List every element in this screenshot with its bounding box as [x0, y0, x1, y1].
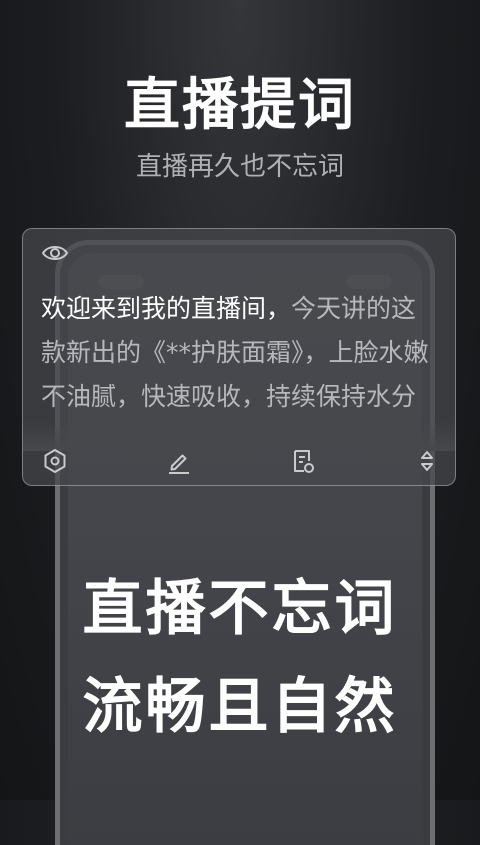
up-down-arrows-icon[interactable] — [413, 447, 441, 475]
settings-hexagon-icon[interactable] — [41, 447, 69, 475]
promo-line-1: 直播不忘词 — [82, 574, 398, 644]
edit-pen-icon[interactable] — [165, 447, 193, 475]
teleprompter-text: 欢迎来到我的直播间，今天讲的这款新出的《**护肤面霜》，上脸水嫩不油腻，快速吸收… — [41, 287, 441, 437]
teleprompter-card[interactable]: 欢迎来到我的直播间，今天讲的这款新出的《**护肤面霜》，上脸水嫩不油腻，快速吸收… — [22, 228, 456, 486]
text-fade — [23, 421, 455, 451]
teleprompter-highlight: 欢迎来到我的直播间， — [41, 294, 292, 323]
script-list-icon[interactable] — [289, 447, 317, 475]
eye-icon[interactable] — [41, 242, 69, 264]
page-title: 直播提词 — [124, 73, 356, 138]
promo-line-2: 流畅且自然 — [82, 672, 398, 742]
page-subtitle: 直播再久也不忘词 — [135, 152, 344, 182]
